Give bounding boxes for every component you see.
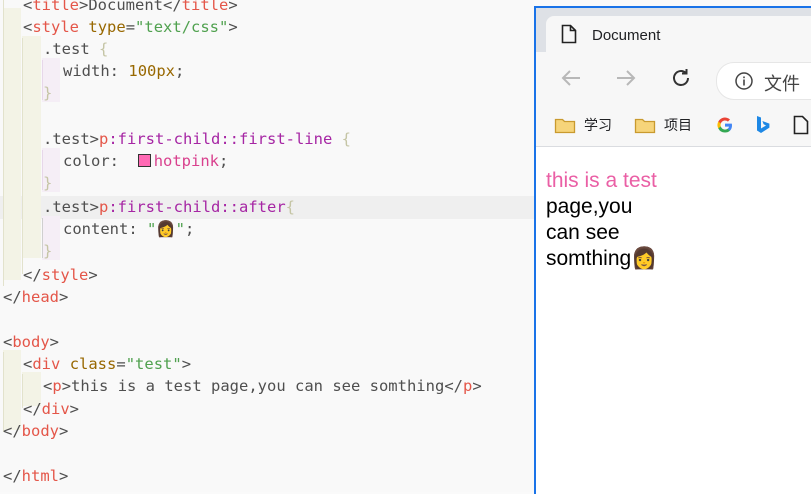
bookmark-label: 学习 [584,117,612,133]
arrow-right-icon [617,70,636,86]
code-line-head-close: </head> [3,288,69,306]
indent-tint [22,36,41,258]
address-bar[interactable]: 文件 [716,62,811,100]
refresh-button[interactable] [667,64,695,92]
address-text: 文件 [764,74,800,94]
bing-icon [757,116,770,133]
info-icon[interactable] [734,71,754,96]
browser-toolbar: 文件 [536,52,811,106]
bookmark-folder-project[interactable]: 项目 [634,114,692,136]
tab-title: Document [592,27,661,44]
code-line-body-open: <body> [3,333,60,351]
bookmark-page[interactable] [793,114,809,136]
code-line-close-brace: } [43,174,53,192]
indent-tint [3,350,21,430]
tab-strip: Document [536,8,811,52]
indent-guide [22,38,23,274]
code-line-close-brace: } [43,84,53,102]
code-line-test-selector: .test { [43,40,109,58]
document-icon [793,115,809,135]
paragraph-last-line: somthing👩 [546,247,658,270]
refresh-icon [673,69,689,86]
code-line-width: width: 100px; [63,62,185,80]
google-icon [717,117,732,133]
paragraph-line: can see [546,221,620,244]
code-editor[interactable]: <title>Document</title> <style type="tex… [0,0,534,492]
code-line-html-close: </html> [3,467,69,485]
indent-tint [3,8,21,280]
folder-icon [554,118,576,134]
page-viewport: this is a test page,you can see somthing… [536,147,811,494]
bookmark-label: 项目 [664,117,692,133]
back-button[interactable] [557,64,585,92]
tab-document[interactable]: Document [546,16,811,52]
code-line-div-open: <div class="test"> [23,355,192,373]
browser-window: Document 文件 学习 项目 this is a test page,yo… [534,6,811,494]
code-line-title: <title>Document</title> [23,0,238,14]
document-icon [561,24,577,49]
indent-guide [3,0,4,286]
bookmark-bing[interactable] [755,114,771,136]
code-line-color: color: hotpink; [63,152,229,170]
arrow-left-icon [561,70,580,86]
code-line-after-selector: .test>p:first-child::after{ [43,198,295,216]
woman-emoji: 👩 [631,247,658,270]
code-line-first-line-selector: .test>p:first-child::first-line { [43,130,351,148]
code-line-div-close: </div> [23,400,80,418]
folder-icon [634,118,656,134]
bookmark-google[interactable] [716,114,734,136]
color-swatch[interactable] [137,154,151,167]
code-line-close-brace: } [43,242,53,260]
paragraph-first-line: this is a test [546,169,657,192]
code-line-content: content: "👩"; [63,220,195,238]
paragraph-line: page,you [546,195,633,218]
code-line-style-close: </style> [23,266,98,284]
forward-button[interactable] [612,64,640,92]
code-line-body-close: </body> [3,422,69,440]
bookmark-folder-study[interactable]: 学习 [554,114,612,136]
code-line-paragraph: <p>this is a test page,you can see somth… [43,377,482,395]
code-line-style-open: <style type="text/css"> [23,18,238,36]
bookmarks-bar: 学习 项目 [536,106,811,147]
